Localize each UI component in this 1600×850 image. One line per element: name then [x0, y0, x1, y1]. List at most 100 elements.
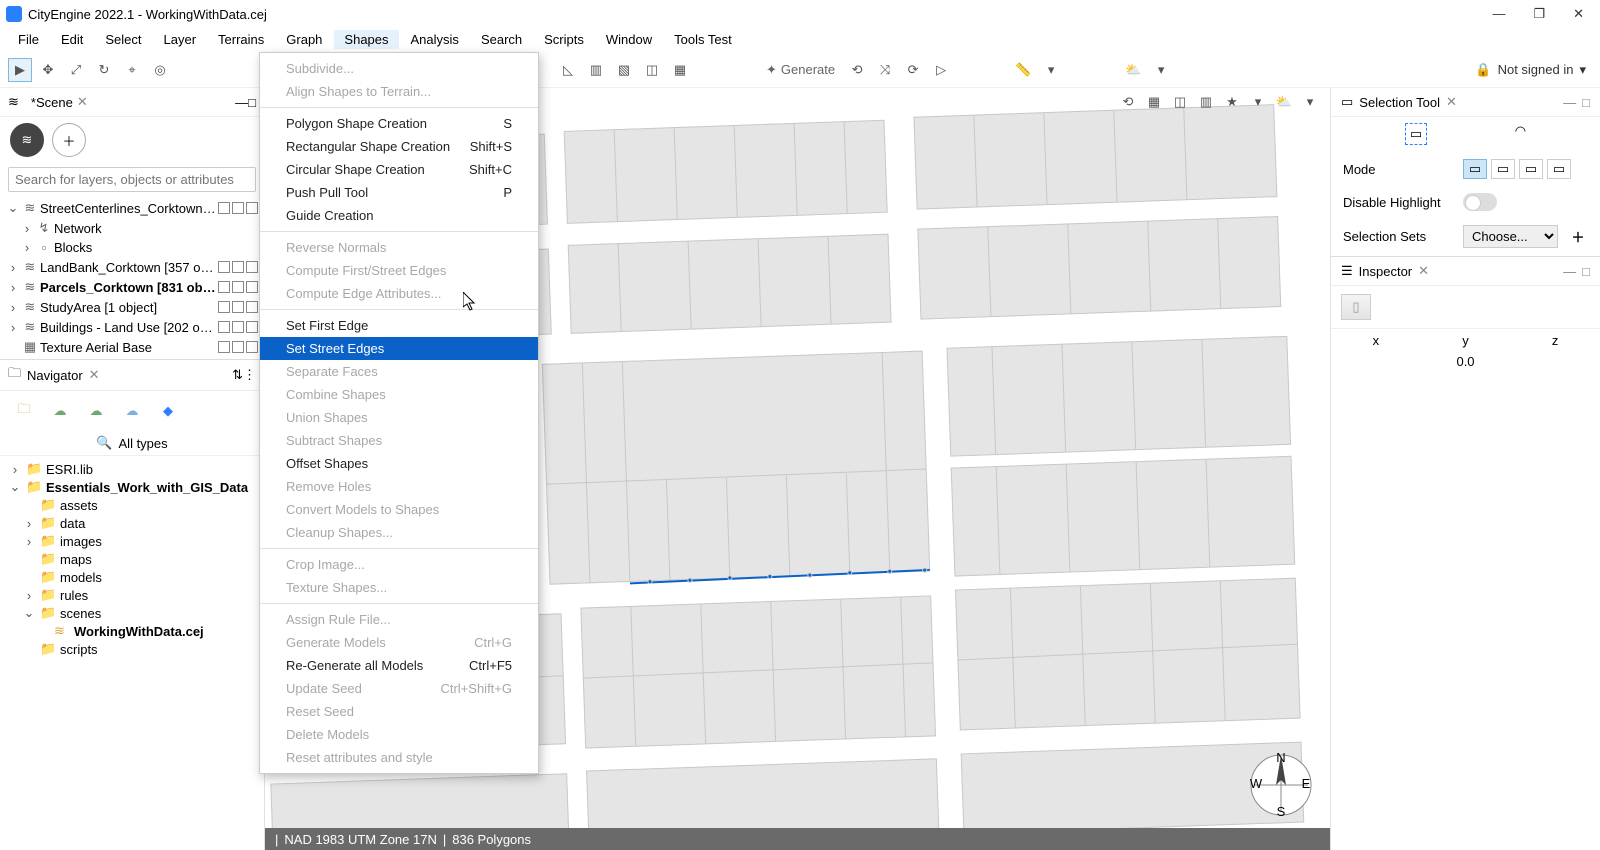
dropdown-icon[interactable]: ▾: [1039, 58, 1063, 82]
project-row[interactable]: 📁assets: [8, 496, 256, 514]
selection-sets-dropdown[interactable]: Choose...: [1463, 225, 1558, 248]
view-sun-icon[interactable]: ⛅: [1274, 92, 1294, 112]
menu-graph[interactable]: Graph: [276, 30, 332, 49]
menu-tools-test[interactable]: Tools Test: [664, 30, 742, 49]
nav-filter-label[interactable]: All types: [119, 436, 168, 451]
nav-options-icon[interactable]: ⇅: [232, 367, 243, 382]
nav-folder-icon[interactable]: 🗀: [10, 397, 38, 425]
close-icon[interactable]: ✕: [77, 94, 88, 110]
view-star-icon[interactable]: ★: [1222, 92, 1242, 112]
menu-item-push-pull-tool[interactable]: Push Pull ToolP: [260, 181, 538, 204]
menu-terrains[interactable]: Terrains: [208, 30, 274, 49]
nav-online-icon1[interactable]: ☁: [46, 397, 74, 425]
project-row[interactable]: ›📁images: [8, 532, 256, 550]
maximize-panel-icon[interactable]: □: [1582, 264, 1590, 279]
menu-analysis[interactable]: Analysis: [401, 30, 469, 49]
layer-row[interactable]: ›↯Network: [4, 218, 260, 238]
nav-menu-icon[interactable]: ⋮: [243, 367, 256, 382]
menu-item-polygon-shape-creation[interactable]: Polygon Shape CreationS: [260, 112, 538, 135]
shape-tool-icon[interactable]: ◺: [556, 58, 580, 82]
select-tool-icon[interactable]: ▶: [8, 58, 32, 82]
project-row[interactable]: 📁models: [8, 568, 256, 586]
rect-select-icon[interactable]: ▭: [1405, 123, 1427, 145]
close-icon[interactable]: ✕: [1446, 94, 1457, 110]
maximize-panel-icon[interactable]: □: [1582, 95, 1590, 110]
layer-row[interactable]: ▦Texture Aerial Base: [4, 337, 260, 357]
measure-icon[interactable]: 📏: [1011, 58, 1035, 82]
project-row[interactable]: ›📁ESRI.lib: [8, 460, 256, 478]
view-dropdown-icon[interactable]: ▾: [1248, 92, 1268, 112]
scale-tool-icon[interactable]: ⤢: [64, 58, 88, 82]
add-layer-button[interactable]: ＋: [52, 123, 86, 157]
project-row[interactable]: ›📁data: [8, 514, 256, 532]
project-row[interactable]: ⌄📁scenes: [8, 604, 256, 622]
layer-tree[interactable]: ⌄≋StreetCenterlines_Corktown [776 o›↯Net…: [0, 196, 264, 359]
weather-icon[interactable]: ⛅: [1121, 58, 1145, 82]
view-dropdown-icon[interactable]: ▾: [1300, 92, 1320, 112]
transform-tool-icon[interactable]: ⌖: [120, 58, 144, 82]
menu-layer[interactable]: Layer: [154, 30, 207, 49]
layer-row[interactable]: ›≋Buildings - Land Use [202 objects]: [4, 317, 260, 337]
close-icon[interactable]: ✕: [1418, 263, 1429, 279]
view-wire-icon[interactable]: ▦: [1144, 92, 1164, 112]
redo-icon[interactable]: ⟳: [901, 58, 925, 82]
close-icon[interactable]: ✕: [89, 367, 100, 383]
compass-icon[interactable]: N E S W: [1246, 750, 1316, 820]
maximize-panel-icon[interactable]: □: [248, 95, 256, 110]
nav-portal-icon[interactable]: ◆: [154, 397, 182, 425]
building-tool-icon[interactable]: ▦: [668, 58, 692, 82]
menu-window[interactable]: Window: [596, 30, 662, 49]
block-tool-icon[interactable]: ▧: [612, 58, 636, 82]
scene-tab[interactable]: *Scene ✕: [25, 92, 94, 112]
view-grid-icon[interactable]: ▥: [1196, 92, 1216, 112]
project-row[interactable]: ⌄📁Essentials_Work_with_GIS_Data: [8, 478, 256, 496]
play-icon[interactable]: ▷: [929, 58, 953, 82]
generate-button[interactable]: ✦ Generate: [760, 62, 841, 78]
menu-item-circular-shape-creation[interactable]: Circular Shape CreationShift+C: [260, 158, 538, 181]
menu-item-set-street-edges[interactable]: Set Street Edges: [260, 337, 538, 360]
layer-row[interactable]: ›≋LandBank_Corktown [357 objects]: [4, 257, 260, 277]
minimize-panel-icon[interactable]: —: [1563, 264, 1576, 279]
menu-item-offset-shapes[interactable]: Offset Shapes: [260, 452, 538, 475]
menu-item-guide-creation[interactable]: Guide Creation: [260, 204, 538, 227]
extrude-tool-icon[interactable]: ▥: [584, 58, 608, 82]
auth-status[interactable]: 🔒 Not signed in ▾: [1469, 62, 1592, 78]
view-solid-icon[interactable]: ◫: [1170, 92, 1190, 112]
menu-item-re-generate-all-models[interactable]: Re-Generate all ModelsCtrl+F5: [260, 654, 538, 677]
lasso-select-icon[interactable]: ◠: [1515, 123, 1526, 145]
undo-icon[interactable]: ⟲: [845, 58, 869, 82]
cube-tool-icon[interactable]: ◫: [640, 58, 664, 82]
layer-row[interactable]: ⌄≋StreetCenterlines_Corktown [776 o: [4, 198, 260, 218]
window-maximize-button[interactable]: ❐: [1533, 6, 1545, 22]
window-minimize-button[interactable]: —: [1492, 6, 1505, 22]
menu-scripts[interactable]: Scripts: [534, 30, 594, 49]
layer-row[interactable]: ›≋StudyArea [1 object]: [4, 297, 260, 317]
layer-search-input[interactable]: [8, 167, 256, 192]
layers-view-button[interactable]: ≋: [10, 123, 44, 157]
minimize-panel-icon[interactable]: —: [1563, 95, 1576, 110]
nav-cloud-icon[interactable]: ☁: [118, 397, 146, 425]
menu-edit[interactable]: Edit: [51, 30, 93, 49]
view-link-icon[interactable]: ⟲: [1118, 92, 1138, 112]
shuffle-icon[interactable]: ⤨: [873, 58, 897, 82]
layer-row[interactable]: ›▫Blocks: [4, 238, 260, 257]
layer-row[interactable]: ›≋Parcels_Corktown [831 objects]: [4, 277, 260, 297]
project-row[interactable]: ›📁rules: [8, 586, 256, 604]
nav-online-icon2[interactable]: ☁: [82, 397, 110, 425]
dropdown-icon[interactable]: ▾: [1149, 58, 1173, 82]
menu-search[interactable]: Search: [471, 30, 532, 49]
disable-highlight-toggle[interactable]: [1463, 193, 1497, 211]
menubar[interactable]: FileEditSelectLayerTerrainsGraphShapesAn…: [0, 28, 1600, 52]
project-row[interactable]: 📁maps: [8, 550, 256, 568]
minimize-panel-icon[interactable]: —: [235, 95, 248, 110]
mode-int-button[interactable]: ▭: [1547, 159, 1571, 179]
target-icon[interactable]: ◎: [148, 58, 172, 82]
add-selection-set-button[interactable]: ＋: [1568, 227, 1588, 247]
shapes-menu-dropdown[interactable]: Subdivide...Align Shapes to Terrain...Po…: [259, 52, 539, 774]
mode-sub-button[interactable]: ▭: [1519, 159, 1543, 179]
mode-replace-button[interactable]: ▭: [1463, 159, 1487, 179]
menu-item-rectangular-shape-creation[interactable]: Rectangular Shape CreationShift+S: [260, 135, 538, 158]
mode-add-button[interactable]: ▭: [1491, 159, 1515, 179]
project-tree[interactable]: ›📁ESRI.lib⌄📁Essentials_Work_with_GIS_Dat…: [0, 456, 264, 662]
move-tool-icon[interactable]: ✥: [36, 58, 60, 82]
